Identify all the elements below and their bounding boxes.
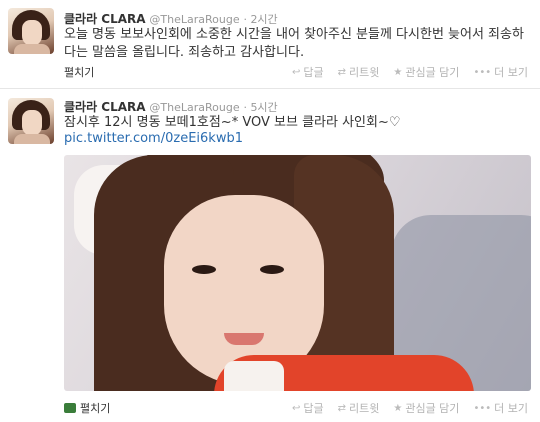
- tweet-timestamp[interactable]: 2시간: [250, 13, 277, 26]
- retweet-icon: ⇄: [337, 402, 346, 414]
- user-handle[interactable]: @TheLaraRouge: [149, 101, 239, 114]
- star-icon: ★: [393, 402, 403, 414]
- avatar[interactable]: [8, 8, 54, 54]
- tweet-link-line: pic.twitter.com/0zeEi6kwb1: [64, 130, 524, 148]
- divider: [0, 88, 540, 89]
- reply-icon: ↩: [291, 66, 301, 78]
- tweet-actions: ↩ 답글 ⇄ 리트윗 ★ 관심글 담기 ••• 더 보기: [292, 64, 528, 80]
- favorite-button[interactable]: ★ 관심글 담기: [393, 64, 459, 80]
- expand-link[interactable]: 펼치기: [64, 64, 94, 80]
- reply-icon: ↩: [291, 402, 301, 414]
- expand-label: 펼치기: [80, 402, 111, 415]
- favorite-button[interactable]: ★ 관심글 담기: [393, 400, 459, 416]
- favorite-label: 관심글 담기: [405, 402, 460, 415]
- display-name[interactable]: 클라라 CLARA: [64, 100, 146, 114]
- avatar[interactable]: [8, 98, 54, 144]
- favorite-label: 관심글 담기: [405, 66, 460, 79]
- expand-link[interactable]: 펼치기: [64, 400, 110, 416]
- tweet-text: 오늘 명동 보보사인회에 소중한 시간을 내어 찾아주신 분들께 다시한번 늦어…: [64, 27, 524, 60]
- photo-icon: [64, 403, 76, 413]
- expand-label: 펼치기: [64, 66, 95, 79]
- retweet-icon: ⇄: [337, 66, 346, 78]
- reply-button[interactable]: ↩ 답글: [292, 64, 324, 80]
- tweet-photo[interactable]: [64, 155, 531, 391]
- tweet-header: 클라라 CLARA @TheLaraRouge · 2시간: [64, 12, 278, 26]
- more-icon: •••: [473, 66, 492, 78]
- star-icon: ★: [393, 66, 403, 78]
- tweet-actions: ↩ 답글 ⇄ 리트윗 ★ 관심글 담기 ••• 더 보기: [292, 400, 528, 416]
- tweet-timestamp[interactable]: 5시간: [250, 101, 277, 114]
- photo-link[interactable]: pic.twitter.com/0zeEi6kwb1: [64, 131, 243, 146]
- retweet-label: 리트윗: [348, 66, 380, 79]
- display-name[interactable]: 클라라 CLARA: [64, 12, 146, 26]
- more-button[interactable]: ••• 더 보기: [473, 64, 528, 80]
- retweet-button[interactable]: ⇄ 리트윗: [338, 400, 380, 416]
- reply-label: 답글: [303, 66, 324, 79]
- more-label: 더 보기: [494, 66, 528, 79]
- reply-label: 답글: [303, 402, 324, 415]
- retweet-label: 리트윗: [348, 402, 380, 415]
- tweet-header: 클라라 CLARA @TheLaraRouge · 5시간: [64, 100, 278, 114]
- more-label: 더 보기: [494, 402, 528, 415]
- reply-button[interactable]: ↩ 답글: [292, 400, 324, 416]
- more-button[interactable]: ••• 더 보기: [473, 400, 528, 416]
- retweet-button[interactable]: ⇄ 리트윗: [338, 64, 380, 80]
- user-handle[interactable]: @TheLaraRouge: [149, 13, 239, 26]
- more-icon: •••: [473, 402, 492, 414]
